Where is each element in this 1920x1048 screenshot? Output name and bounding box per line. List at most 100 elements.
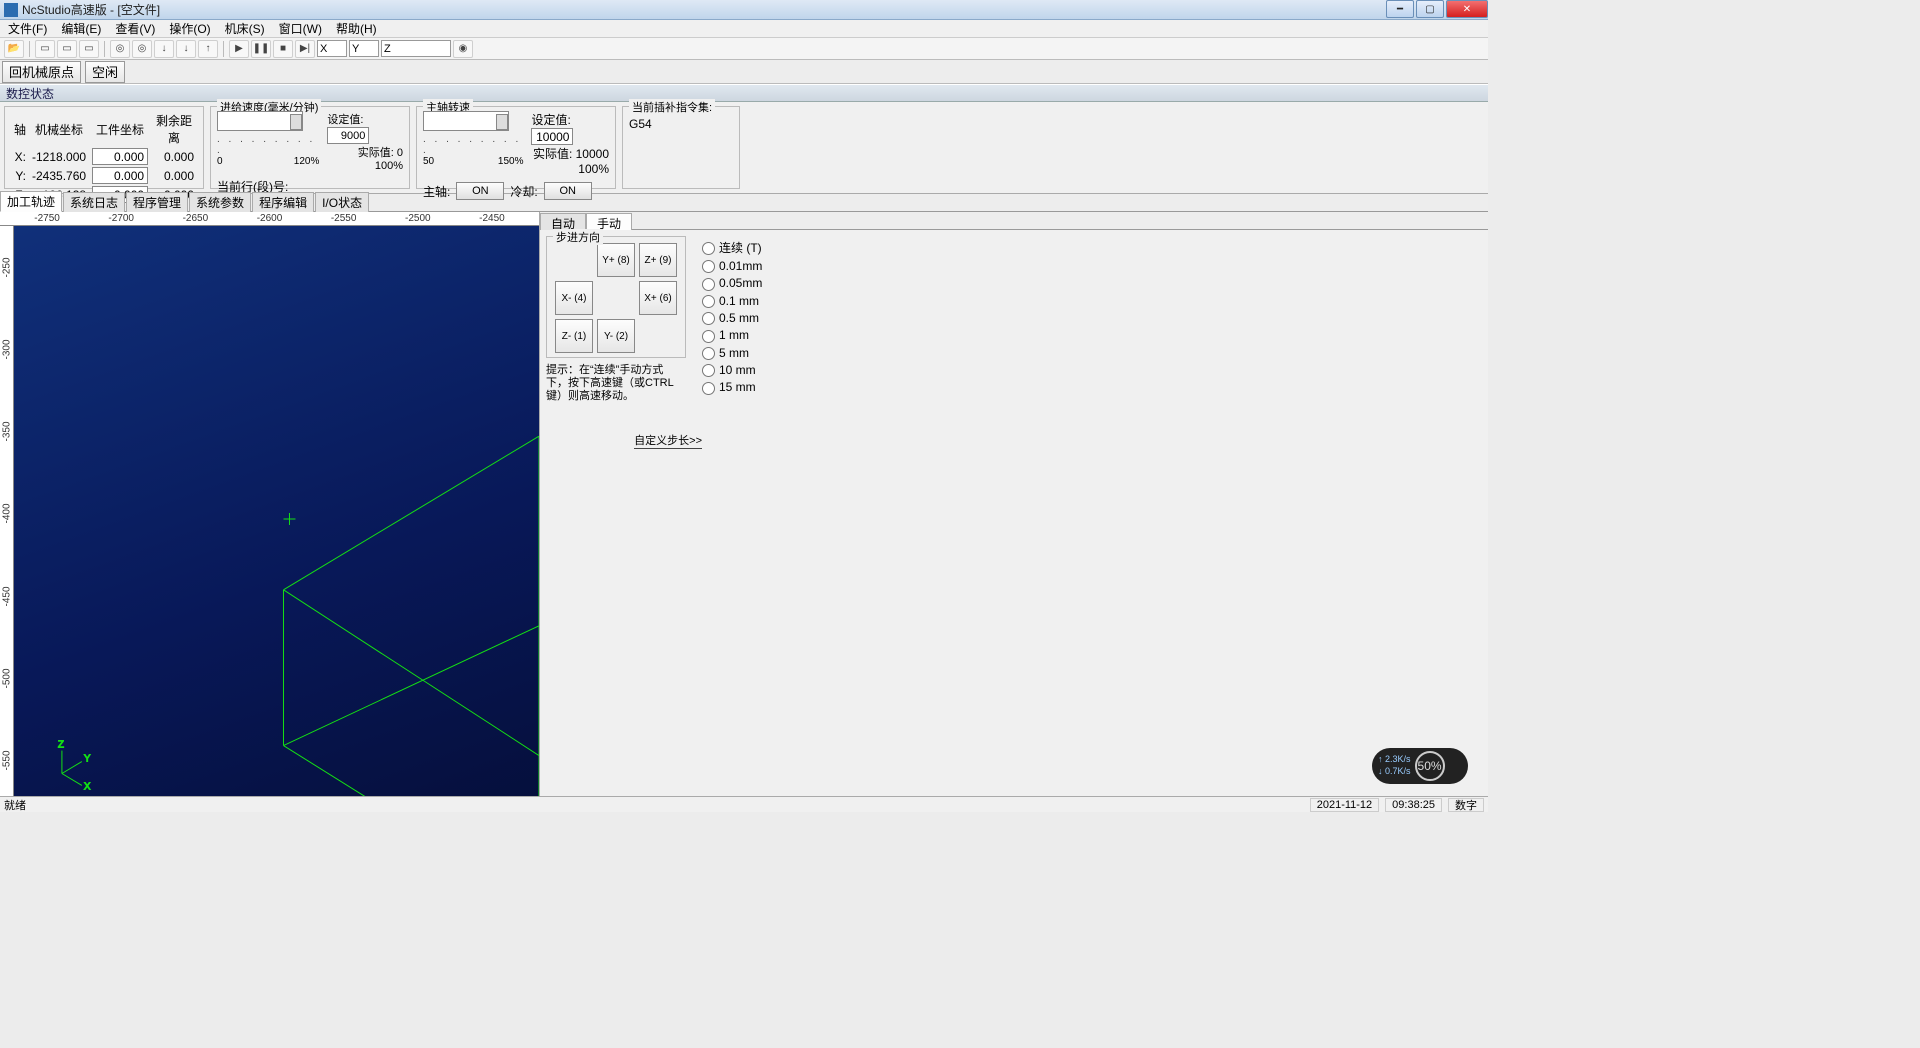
menu-window[interactable]: 窗口(W) xyxy=(275,20,326,37)
ruler-vertical: -250 -300 -350 -400 -450 -500 -550 xyxy=(0,226,14,802)
instrset-value: G54 xyxy=(629,117,733,131)
step-0-5[interactable]: 0.5 mm xyxy=(702,311,762,325)
jog-group: 步进方向 Y+ (8) Z+ (9) X- (4) X+ (6) Z- (1) … xyxy=(546,236,686,358)
tool-btn-1[interactable]: ▭ xyxy=(35,40,55,58)
coord-y-input[interactable]: Y xyxy=(349,40,379,57)
menu-operate[interactable]: 操作(O) xyxy=(165,20,214,37)
viewport: -2750 -2700 -2650 -2600 -2550 -2500 -245… xyxy=(0,212,540,802)
tab-progedit[interactable]: 程序编辑 xyxy=(252,192,314,212)
open-icon[interactable]: 📂 xyxy=(4,40,24,58)
menu-edit[interactable]: 编辑(E) xyxy=(57,20,105,37)
net-down: 0.7K/s xyxy=(1385,766,1411,776)
jog-title: 步进方向 xyxy=(553,229,603,245)
tool-btn-coord[interactable]: ◉ xyxy=(453,40,473,58)
spindle-set-label: 设定值: xyxy=(531,113,570,127)
jog-grid: Y+ (8) Z+ (9) X- (4) X+ (6) Z- (1) Y- (2… xyxy=(551,243,681,353)
canvas-3d[interactable]: Z Y X xyxy=(14,226,539,802)
jog-z-plus[interactable]: Z+ (9) xyxy=(639,243,677,277)
x-label: X: xyxy=(11,147,29,166)
y-work[interactable]: 0.000 xyxy=(92,167,148,184)
ruler-horizontal: -2750 -2700 -2650 -2600 -2550 -2500 -245… xyxy=(0,212,539,226)
spindle-ticks: . . . . . . . . . . xyxy=(423,134,523,156)
tool-btn-8[interactable]: ↑ xyxy=(198,40,218,58)
status-body: 轴 机械坐标 工件坐标 剩余距离 X: -1218.000 0.000 0.00… xyxy=(0,102,1488,194)
jog-y-minus[interactable]: Y- (2) xyxy=(597,319,635,353)
minimize-button[interactable]: ━ xyxy=(1386,0,1414,18)
manual-panel: 步进方向 Y+ (8) Z+ (9) X- (4) X+ (6) Z- (1) … xyxy=(540,230,1488,455)
title-bar: NcStudio高速版 - [空文件] ━ ▢ ✕ xyxy=(0,0,1488,20)
jog-hint: 提示：在“连续”手动方式下，按下高速键（或CTRL键）则高速移动。 xyxy=(546,364,674,404)
tool-btn-5[interactable]: ◎ xyxy=(132,40,152,58)
feed-act-val: 0 xyxy=(397,147,403,159)
content-area: -2750 -2700 -2650 -2600 -2550 -2500 -245… xyxy=(0,212,1488,802)
feed-slider[interactable] xyxy=(217,111,303,131)
tab-auto[interactable]: 自动 xyxy=(540,213,586,230)
spindle-set-val[interactable]: 10000 xyxy=(531,128,573,145)
jog-y-plus[interactable]: Y+ (8) xyxy=(597,243,635,277)
stop-icon[interactable]: ■ xyxy=(273,40,293,58)
tab-iostatus[interactable]: I/O状态 xyxy=(315,192,369,212)
menu-help[interactable]: 帮助(H) xyxy=(332,20,381,37)
spindle-on-button[interactable]: ON xyxy=(456,182,504,200)
axis-y-label: Y xyxy=(84,754,91,765)
jog-x-minus[interactable]: X- (4) xyxy=(555,281,593,315)
instrset-title: 当前插补指令集: xyxy=(629,99,715,115)
coord-z-input[interactable]: Z xyxy=(381,40,451,57)
jog-z-minus[interactable]: Z- (1) xyxy=(555,319,593,353)
pause-icon[interactable]: ❚❚ xyxy=(251,40,271,58)
tab-progmgr[interactable]: 程序管理 xyxy=(126,192,188,212)
step-5[interactable]: 5 mm xyxy=(702,346,762,360)
tab-sysparam[interactable]: 系统参数 xyxy=(189,192,251,212)
jog-x-plus[interactable]: X+ (6) xyxy=(639,281,677,315)
cool-on-button[interactable]: ON xyxy=(544,182,592,200)
close-button[interactable]: ✕ xyxy=(1446,0,1488,18)
step-10[interactable]: 10 mm xyxy=(702,363,762,377)
tab-syslog[interactable]: 系统日志 xyxy=(63,192,125,212)
tool-btn-7[interactable]: ↓ xyxy=(176,40,196,58)
feed-set-val[interactable]: 9000 xyxy=(327,127,369,144)
step-0-01[interactable]: 0.01mm xyxy=(702,259,762,273)
status-numlock: 数字 xyxy=(1448,798,1484,812)
step-options: 连续 (T) 0.01mm 0.05mm 0.1 mm 0.5 mm 1 mm … xyxy=(702,236,762,449)
net-pct: 50% xyxy=(1415,751,1445,781)
status-date: 2021-11-12 xyxy=(1310,798,1379,812)
step-1[interactable]: 1 mm xyxy=(702,328,762,342)
step-15[interactable]: 15 mm xyxy=(702,380,762,394)
spindle-scale-lo: 50 xyxy=(423,156,434,167)
spindle-act-val: 10000 xyxy=(576,147,609,161)
step-icon[interactable]: ▶| xyxy=(295,40,315,58)
home-button[interactable]: 回机械原点 xyxy=(2,61,81,83)
tool-btn-2[interactable]: ▭ xyxy=(57,40,77,58)
x-work[interactable]: 0.000 xyxy=(92,148,148,165)
network-widget[interactable]: ↑ 2.3K/s ↓ 0.7K/s 50% xyxy=(1372,748,1468,784)
idle-button[interactable]: 空闲 xyxy=(85,61,125,83)
feed-scale-lo: 0 xyxy=(217,156,223,167)
spindle-slider[interactable] xyxy=(423,111,509,131)
step-0-1[interactable]: 0.1 mm xyxy=(702,294,762,308)
tab-trajectory[interactable]: 加工轨迹 xyxy=(0,191,62,212)
spindle-act-label: 实际值: xyxy=(533,147,572,161)
mach-head: 机械坐标 xyxy=(29,111,89,147)
rem-head: 剩余距离 xyxy=(151,111,197,147)
custom-step-link[interactable]: 自定义步长>> xyxy=(546,432,702,449)
status-time: 09:38:25 xyxy=(1385,798,1442,812)
menu-view[interactable]: 查看(V) xyxy=(111,20,159,37)
tool-btn-6[interactable]: ↓ xyxy=(154,40,174,58)
feed-set-label: 设定值: xyxy=(327,114,363,126)
tool-btn-4[interactable]: ◎ xyxy=(110,40,130,58)
menu-file[interactable]: 文件(F) xyxy=(4,20,51,37)
viewport-tabs: 加工轨迹 系统日志 程序管理 系统参数 程序编辑 I/O状态 xyxy=(0,194,1488,212)
tab-manual[interactable]: 手动 xyxy=(586,213,632,230)
toolbar: 📂 ▭ ▭ ▭ ◎ ◎ ↓ ↓ ↑ ▶ ❚❚ ■ ▶| X Y Z ◉ xyxy=(0,38,1488,60)
status-bar: 就绪 2021-11-12 09:38:25 数字 xyxy=(0,796,1488,812)
coords-group: 轴 机械坐标 工件坐标 剩余距离 X: -1218.000 0.000 0.00… xyxy=(4,106,204,189)
tool-btn-3[interactable]: ▭ xyxy=(79,40,99,58)
step-continuous[interactable]: 连续 (T) xyxy=(702,239,762,256)
axis-head: 轴 xyxy=(11,111,29,147)
maximize-button[interactable]: ▢ xyxy=(1416,0,1444,18)
menu-machine[interactable]: 机床(S) xyxy=(221,20,269,37)
menu-bar: 文件(F) 编辑(E) 查看(V) 操作(O) 机床(S) 窗口(W) 帮助(H… xyxy=(0,20,1488,38)
coord-x-input[interactable]: X xyxy=(317,40,347,57)
play-icon[interactable]: ▶ xyxy=(229,40,249,58)
step-0-05[interactable]: 0.05mm xyxy=(702,276,762,290)
